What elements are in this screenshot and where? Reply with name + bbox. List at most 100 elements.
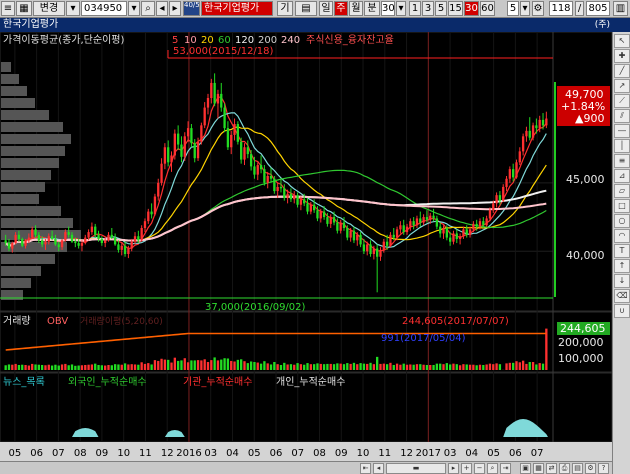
- ma-legend-5[interactable]: 5: [172, 35, 178, 46]
- obv-legend[interactable]: OBV: [47, 316, 68, 327]
- stock-chart[interactable]: 가격이동평균(종가,단순이평) 5 10 20 60 120 200 240 주…: [0, 32, 612, 461]
- ma-legend-20[interactable]: 20: [201, 35, 214, 46]
- candle-body: [518, 151, 521, 163]
- grid-icon[interactable]: ▤: [295, 1, 317, 16]
- news-legend[interactable]: 뉴스_목록: [3, 376, 45, 388]
- scroll-right-icon[interactable]: ▸: [448, 463, 459, 474]
- code-dropdown-icon[interactable]: ▾: [128, 1, 140, 16]
- rectangle-tool-icon[interactable]: □: [614, 199, 630, 213]
- interval-30[interactable]: 30: [464, 1, 479, 16]
- cursor-tool-icon[interactable]: ↖: [614, 34, 630, 48]
- candle-body: [482, 221, 485, 226]
- scrollbar-track[interactable]: ▬: [386, 463, 446, 474]
- period-button-week[interactable]: 주: [334, 1, 348, 16]
- volume-bar: [216, 360, 220, 370]
- candle-body: [289, 193, 293, 200]
- ma-legend-240[interactable]: 240: [281, 35, 300, 46]
- foreign-legend[interactable]: 외국인_누적순매수: [68, 376, 147, 388]
- interval-1[interactable]: 1: [409, 1, 421, 16]
- extend-line-tool-icon[interactable]: ⟋: [614, 94, 630, 108]
- candle-body: [74, 241, 77, 244]
- scroll-left-icon[interactable]: ◂: [373, 463, 384, 474]
- price-panel[interactable]: [0, 32, 612, 312]
- x-axis-label: 08: [313, 448, 326, 459]
- count-dropdown-icon[interactable]: ▾: [520, 1, 530, 16]
- crosshair-tool-icon[interactable]: ✚: [614, 49, 630, 63]
- count-field[interactable]: 5: [507, 1, 519, 16]
- volume-legend[interactable]: 거래량: [3, 315, 31, 327]
- ellipse-tool-icon[interactable]: ○: [614, 214, 630, 228]
- zoom-out-icon[interactable]: −: [474, 463, 485, 474]
- parallel-line-tool-icon[interactable]: ⫽: [614, 109, 630, 123]
- interval-15[interactable]: 15: [448, 1, 463, 16]
- down-arrow-tool-icon[interactable]: ↓: [614, 274, 630, 288]
- compare-icon[interactable]: ⇄: [546, 463, 557, 474]
- eraser-tool-icon[interactable]: ⌫: [614, 289, 630, 303]
- channel-tool-icon[interactable]: ▱: [614, 184, 630, 198]
- ratio-badge[interactable]: 40/50: [183, 1, 200, 16]
- interval-3[interactable]: 3: [422, 1, 434, 16]
- volume-bar: [21, 364, 24, 370]
- individual-legend[interactable]: 개인_누적순매수: [276, 376, 345, 388]
- zoom-reset-icon[interactable]: ⌕: [487, 463, 498, 474]
- visible-count-field[interactable]: 118: [549, 1, 573, 16]
- ma-legend-200[interactable]: 200: [258, 35, 277, 46]
- config-icon[interactable]: ⚙: [585, 463, 596, 474]
- gann-tool-icon[interactable]: ⊿: [614, 169, 630, 183]
- total-count-field[interactable]: 805: [586, 1, 610, 16]
- next-icon[interactable]: ▸: [169, 1, 181, 16]
- volume-bar: [147, 363, 150, 370]
- fibonacci-tool-icon[interactable]: ≡: [614, 154, 630, 168]
- change-button[interactable]: 변경: [33, 1, 65, 16]
- zoom-in-icon[interactable]: +: [461, 463, 472, 474]
- stock-code-input[interactable]: 034950: [81, 1, 127, 16]
- period-button-gi[interactable]: 기: [277, 1, 293, 16]
- volume-ma-legend[interactable]: 거래량이평(5,20,60): [80, 315, 163, 327]
- candle-body: [379, 249, 382, 257]
- interval-5[interactable]: 5: [435, 1, 447, 16]
- period-button-minute[interactable]: 분: [364, 1, 380, 16]
- text-tool-icon[interactable]: T: [614, 244, 630, 258]
- scroll-left-end-icon[interactable]: ⇤: [360, 463, 371, 474]
- candle-body: [203, 107, 206, 126]
- margin-loan-legend[interactable]: 주식신용_융자잔고율: [306, 34, 394, 46]
- volume-bar: [283, 362, 286, 370]
- period-dropdown-icon[interactable]: ▾: [396, 1, 406, 16]
- menu-icon[interactable]: ≡: [1, 1, 15, 16]
- candle-body: [405, 226, 409, 233]
- split-view-icon[interactable]: ▥: [613, 1, 628, 16]
- print-icon[interactable]: ⎙: [559, 463, 570, 474]
- stock-name-field[interactable]: 한국기업평가: [201, 1, 273, 16]
- dropdown-icon[interactable]: ▾: [66, 1, 80, 16]
- period-button-day[interactable]: 일: [319, 1, 333, 16]
- prev-icon[interactable]: ◂: [156, 1, 168, 16]
- ma-legend-10[interactable]: 10: [184, 35, 197, 46]
- table-view-icon[interactable]: ▦: [533, 463, 544, 474]
- ray-tool-icon[interactable]: ↗: [614, 79, 630, 93]
- period-button-month[interactable]: 월: [349, 1, 363, 16]
- volume-bar: [429, 364, 432, 370]
- scroll-right-end-icon[interactable]: ⇥: [500, 463, 511, 474]
- chart-type-icon[interactable]: ▦: [16, 1, 32, 16]
- vertical-line-tool-icon[interactable]: │: [614, 139, 630, 153]
- candle-body: [7, 243, 11, 249]
- trend-line-tool-icon[interactable]: ╱: [614, 64, 630, 78]
- magnet-tool-icon[interactable]: ∪: [614, 304, 630, 318]
- ma-legend-60[interactable]: 60: [218, 35, 231, 46]
- horizontal-line-tool-icon[interactable]: ―: [614, 124, 630, 138]
- institution-legend[interactable]: 기관_누적순매수: [183, 376, 252, 388]
- volume-bar: [286, 364, 289, 370]
- up-arrow-tool-icon[interactable]: ↑: [614, 259, 630, 273]
- volume-bar: [140, 362, 143, 370]
- search-icon[interactable]: ⌕: [141, 1, 155, 16]
- interval-60[interactable]: 60: [480, 1, 495, 16]
- arc-tool-icon[interactable]: ◠: [614, 229, 630, 243]
- fit-view-icon[interactable]: ▣: [520, 463, 531, 474]
- settings-icon[interactable]: ⚙: [532, 1, 544, 16]
- period-value-field[interactable]: 30: [381, 1, 395, 16]
- help-icon[interactable]: ?: [598, 463, 609, 474]
- x-axis-label: 2017: [416, 448, 441, 459]
- volume-bar: [458, 365, 462, 370]
- save-icon[interactable]: ▤: [572, 463, 583, 474]
- ma-legend-120[interactable]: 120: [235, 35, 254, 46]
